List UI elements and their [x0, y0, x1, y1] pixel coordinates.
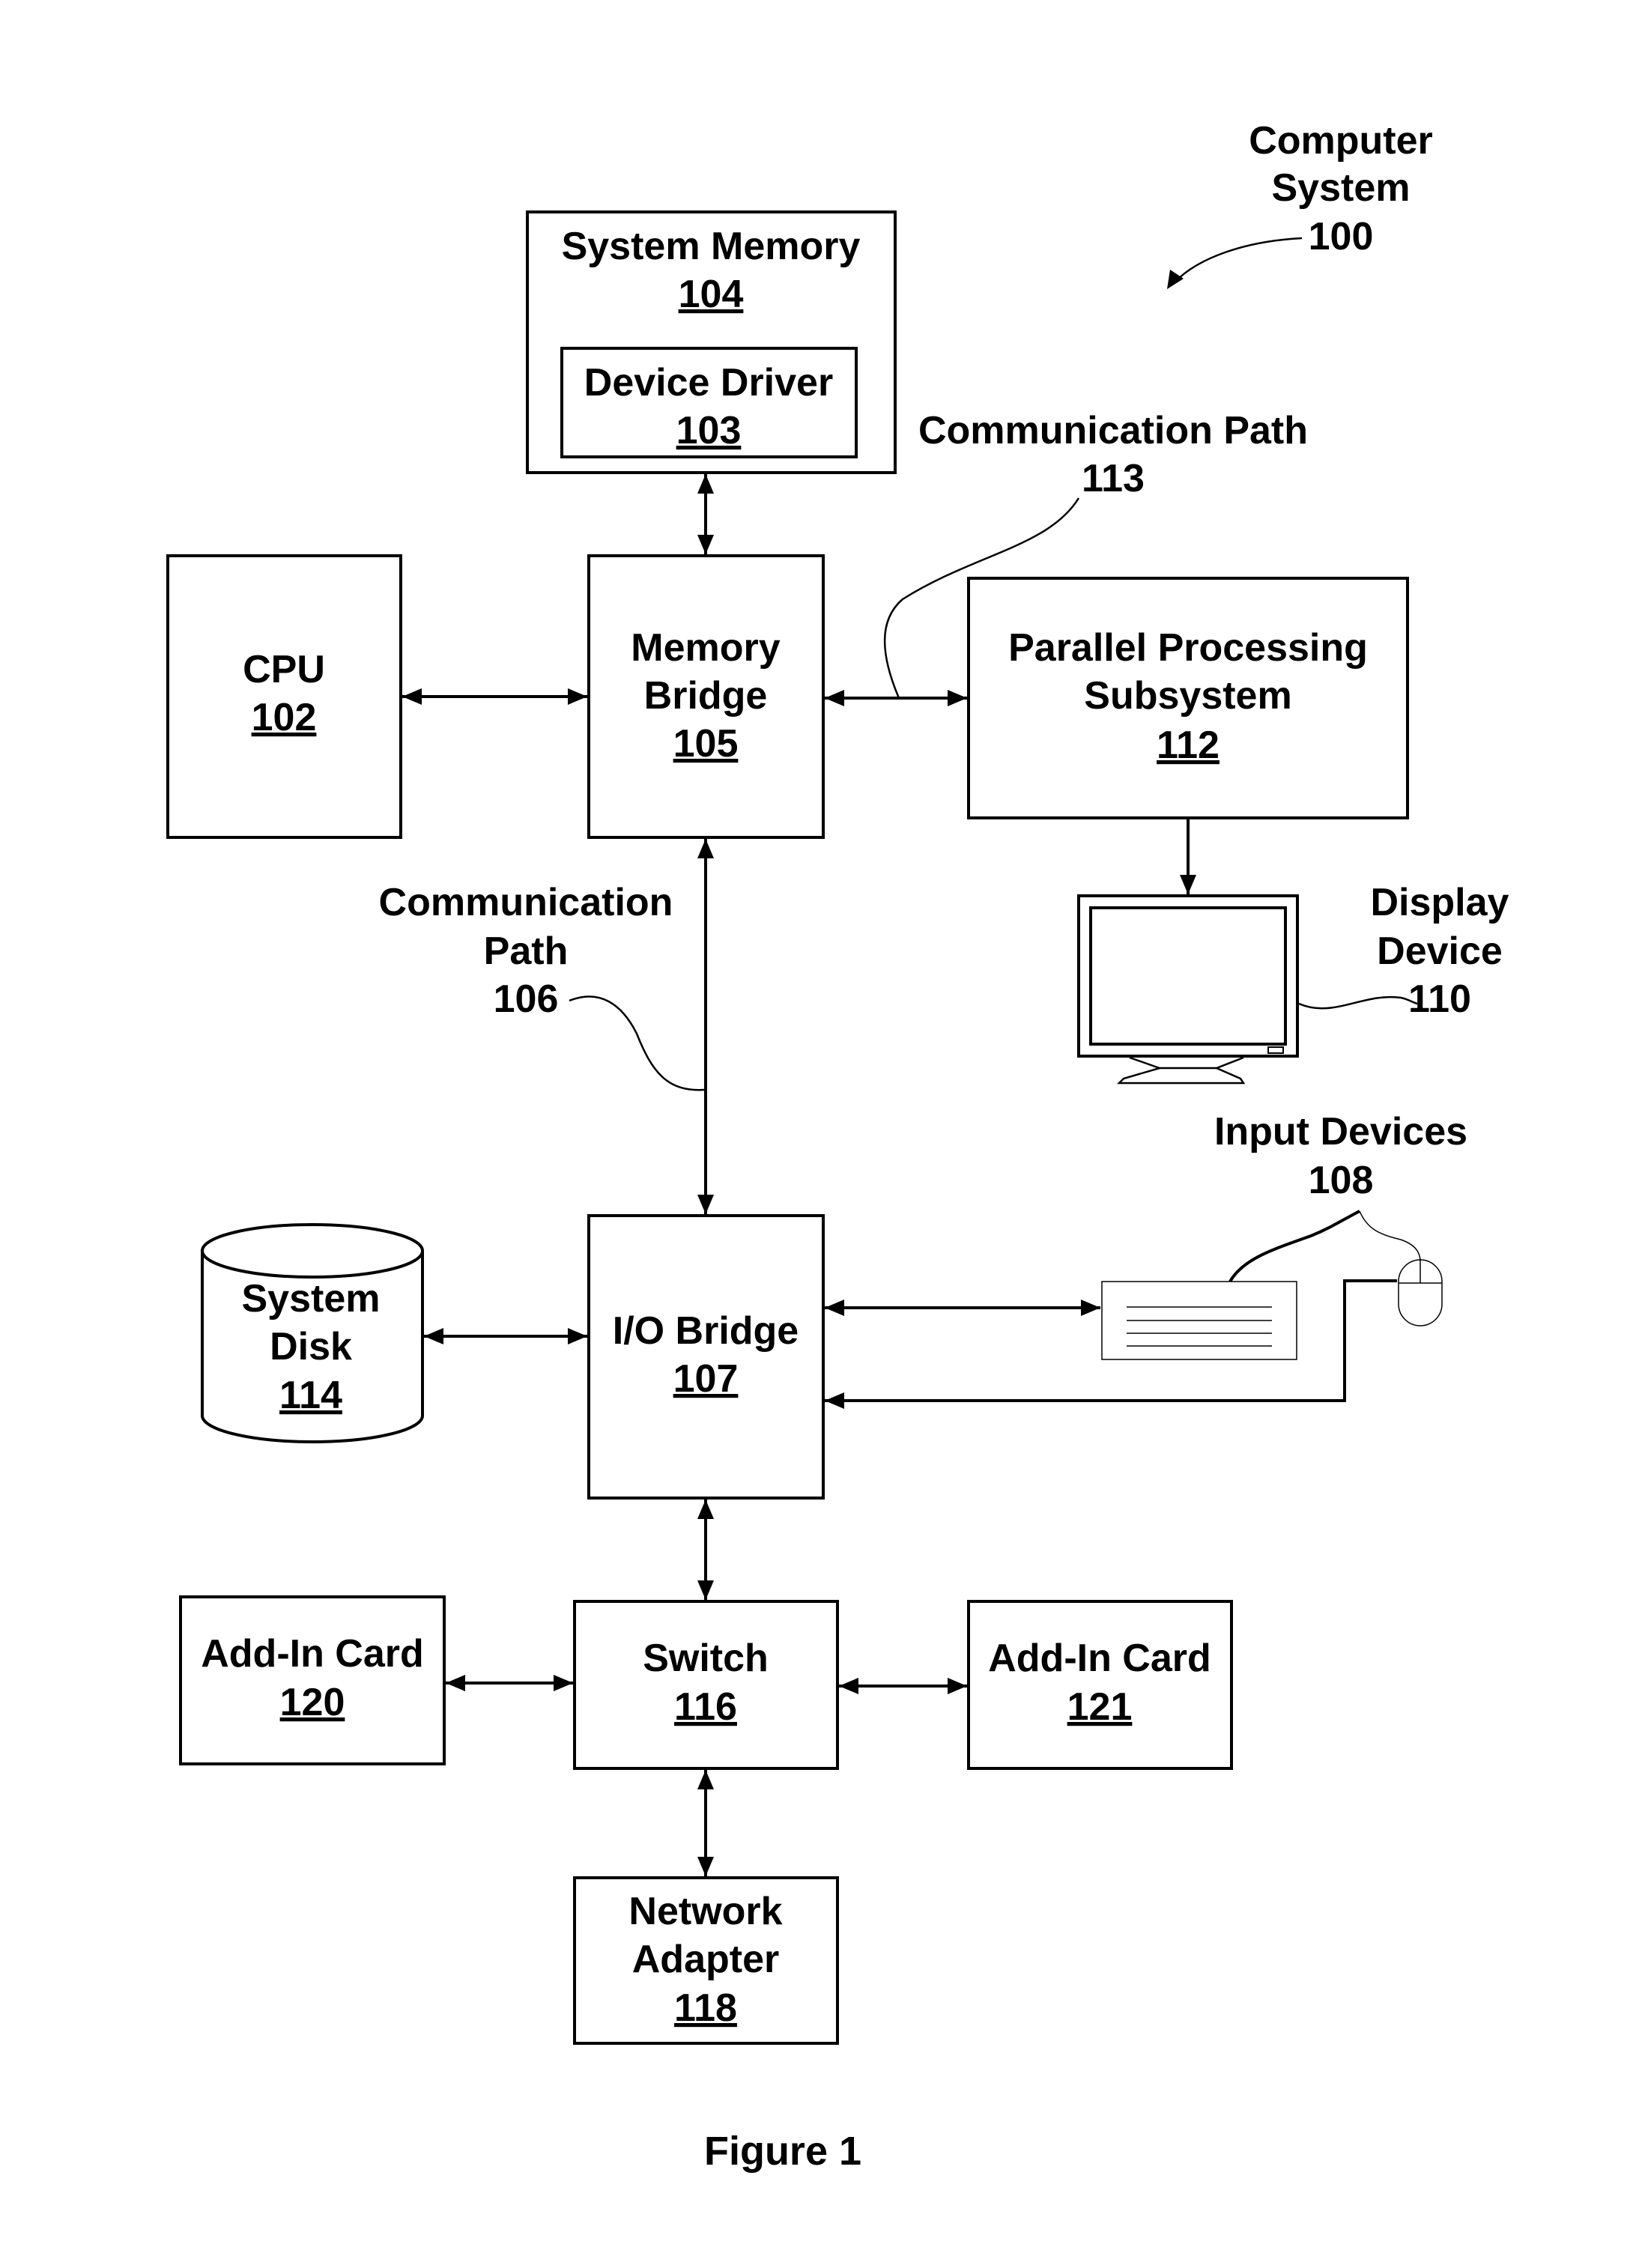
system-disk-number: 114	[279, 1374, 342, 1417]
io-to-keyboard-connector-arrowhead-icon	[825, 1300, 844, 1316]
switch-to-network-connector-arrowhead-icon	[697, 1857, 714, 1876]
cpu-to-bridge-connector-arrowhead-icon	[568, 688, 587, 705]
memory-bridge-number: 105	[673, 722, 739, 765]
add-in-card-121-label: Add-In Card	[988, 1637, 1211, 1680]
switch-to-network-connector-arrowhead-icon	[697, 1770, 714, 1789]
input-devices-number: 108	[1309, 1159, 1374, 1202]
monitor-screen	[1089, 906, 1287, 1046]
io-bridge-block[interactable]: I/O Bridge 107	[587, 1214, 825, 1500]
title-number: 100	[1309, 215, 1374, 258]
bridge-to-pps-connector-arrowhead-icon	[825, 690, 844, 706]
display-device[interactable]	[1077, 894, 1299, 1085]
monitor-power-button-icon	[1267, 1046, 1284, 1054]
device-driver-label: Device Driver	[584, 361, 833, 404]
network-adapter-number: 118	[674, 1986, 737, 2030]
switch-to-card121-connector-arrowhead-icon	[839, 1678, 858, 1694]
mouse-icon[interactable]	[1398, 1259, 1443, 1326]
display-leader-line	[1298, 995, 1418, 1010]
display-line1: Display	[1371, 881, 1509, 924]
io-to-switch-connector-arrowhead-icon	[697, 1580, 714, 1600]
figure-caption: Figure 1	[704, 2129, 861, 2174]
disk-top	[201, 1223, 424, 1279]
cpu-label: CPU	[243, 648, 325, 691]
system-disk-line2: Disk	[270, 1325, 352, 1368]
memory-bridge-line2: Bridge	[644, 674, 768, 718]
system-disk[interactable]: System Disk 114	[201, 1223, 424, 1443]
io-bridge-number: 107	[673, 1357, 739, 1401]
title-leader-line	[1175, 237, 1303, 282]
parallel-processing-block[interactable]: Parallel Processing Subsystem 112	[967, 577, 1409, 819]
pps-line2: Subsystem	[1084, 674, 1291, 718]
memory-to-bridge-connector-arrowhead-icon	[697, 474, 714, 494]
network-adapter-line1: Network	[628, 1890, 782, 1933]
cpu-block[interactable]: CPU 102	[166, 554, 402, 839]
display-line2: Device	[1377, 930, 1503, 973]
cpu-number: 102	[252, 696, 317, 739]
title-arrowhead-icon	[1167, 270, 1184, 289]
computer-system-diagram: Computer System 100 System Memory 104 De…	[166, 119, 1509, 2174]
add-in-card-121-block[interactable]: Add-In Card 121	[967, 1600, 1233, 1770]
communication-path-106-label: Communication Path 106	[379, 881, 705, 1091]
path-106-line1: Communication	[379, 881, 673, 924]
title-line2: System	[1272, 166, 1411, 210]
title-line1: Computer	[1249, 119, 1433, 163]
system-disk-line1: System	[242, 1277, 381, 1321]
bridge-to-io-connector-arrowhead-icon	[697, 839, 714, 858]
bridge-to-pps-connector-arrowhead-icon	[948, 690, 967, 706]
card120-to-switch-connector-arrowhead-icon	[446, 1675, 465, 1691]
input-devices-text: Input Devices	[1214, 1110, 1467, 1153]
switch-block[interactable]: Switch 116	[573, 1600, 839, 1770]
memory-to-bridge-connector-arrowhead-icon	[697, 535, 714, 554]
switch-label: Switch	[643, 1637, 769, 1680]
path-106-line2: Path	[484, 930, 569, 973]
switch-to-card121-connector-arrowhead-icon	[948, 1678, 967, 1694]
add-in-card-121-number: 121	[1067, 1685, 1133, 1729]
monitor-stand	[1116, 1067, 1246, 1085]
bridge-to-io-connector-arrowhead-icon	[697, 1195, 714, 1214]
system-memory-number: 104	[679, 273, 744, 316]
io-to-switch-connector-arrowhead-icon	[697, 1500, 714, 1519]
system-memory-label: System Memory	[562, 225, 861, 268]
computer-system-label: Computer System 100	[1167, 119, 1433, 289]
input-devices-label: Input Devices 108	[1214, 1110, 1467, 1283]
path-113-label: Communication Path	[918, 409, 1308, 452]
memory-bridge-block[interactable]: Memory Bridge 105	[587, 554, 825, 839]
mouse-leader-line	[1359, 1210, 1421, 1261]
path-113-number: 113	[1082, 457, 1145, 500]
display-number: 110	[1408, 977, 1471, 1021]
device-driver-block[interactable]: Device Driver 103	[560, 347, 858, 458]
memory-bridge-line1: Memory	[631, 626, 780, 670]
network-adapter-block[interactable]: Network Adapter 118	[573, 1876, 839, 2045]
disk-to-io-connector-arrowhead-icon	[424, 1328, 443, 1344]
monitor-neck	[1129, 1056, 1244, 1070]
pps-number: 112	[1157, 724, 1220, 767]
mouse-to-io-connector-arrowhead-icon	[825, 1392, 844, 1409]
keyboard-icon[interactable]	[1101, 1281, 1297, 1360]
add-in-card-120-block[interactable]: Add-In Card 120	[179, 1595, 446, 1765]
path-106-leader-line	[569, 995, 705, 1091]
cpu-to-bridge-connector-arrowhead-icon	[402, 688, 422, 705]
io-bridge-label: I/O Bridge	[613, 1309, 799, 1353]
disk-to-io-connector-arrowhead-icon	[568, 1328, 587, 1344]
path-106-number: 106	[494, 977, 559, 1021]
network-adapter-line2: Adapter	[632, 1938, 779, 1981]
keyboard-leader-line	[1228, 1210, 1360, 1283]
card120-to-switch-connector-arrowhead-icon	[554, 1675, 573, 1691]
pps-line1: Parallel Processing	[1008, 626, 1368, 670]
add-in-card-120-number: 120	[280, 1681, 345, 1724]
io-to-keyboard-connector-arrowhead-icon	[1081, 1300, 1100, 1316]
display-device-label: Display Device 110	[1298, 881, 1509, 1021]
pps-to-display-connector-arrowhead-icon	[1180, 875, 1196, 894]
device-driver-number: 103	[676, 409, 742, 452]
add-in-card-120-label: Add-In Card	[201, 1632, 424, 1676]
switch-number: 116	[674, 1685, 737, 1729]
